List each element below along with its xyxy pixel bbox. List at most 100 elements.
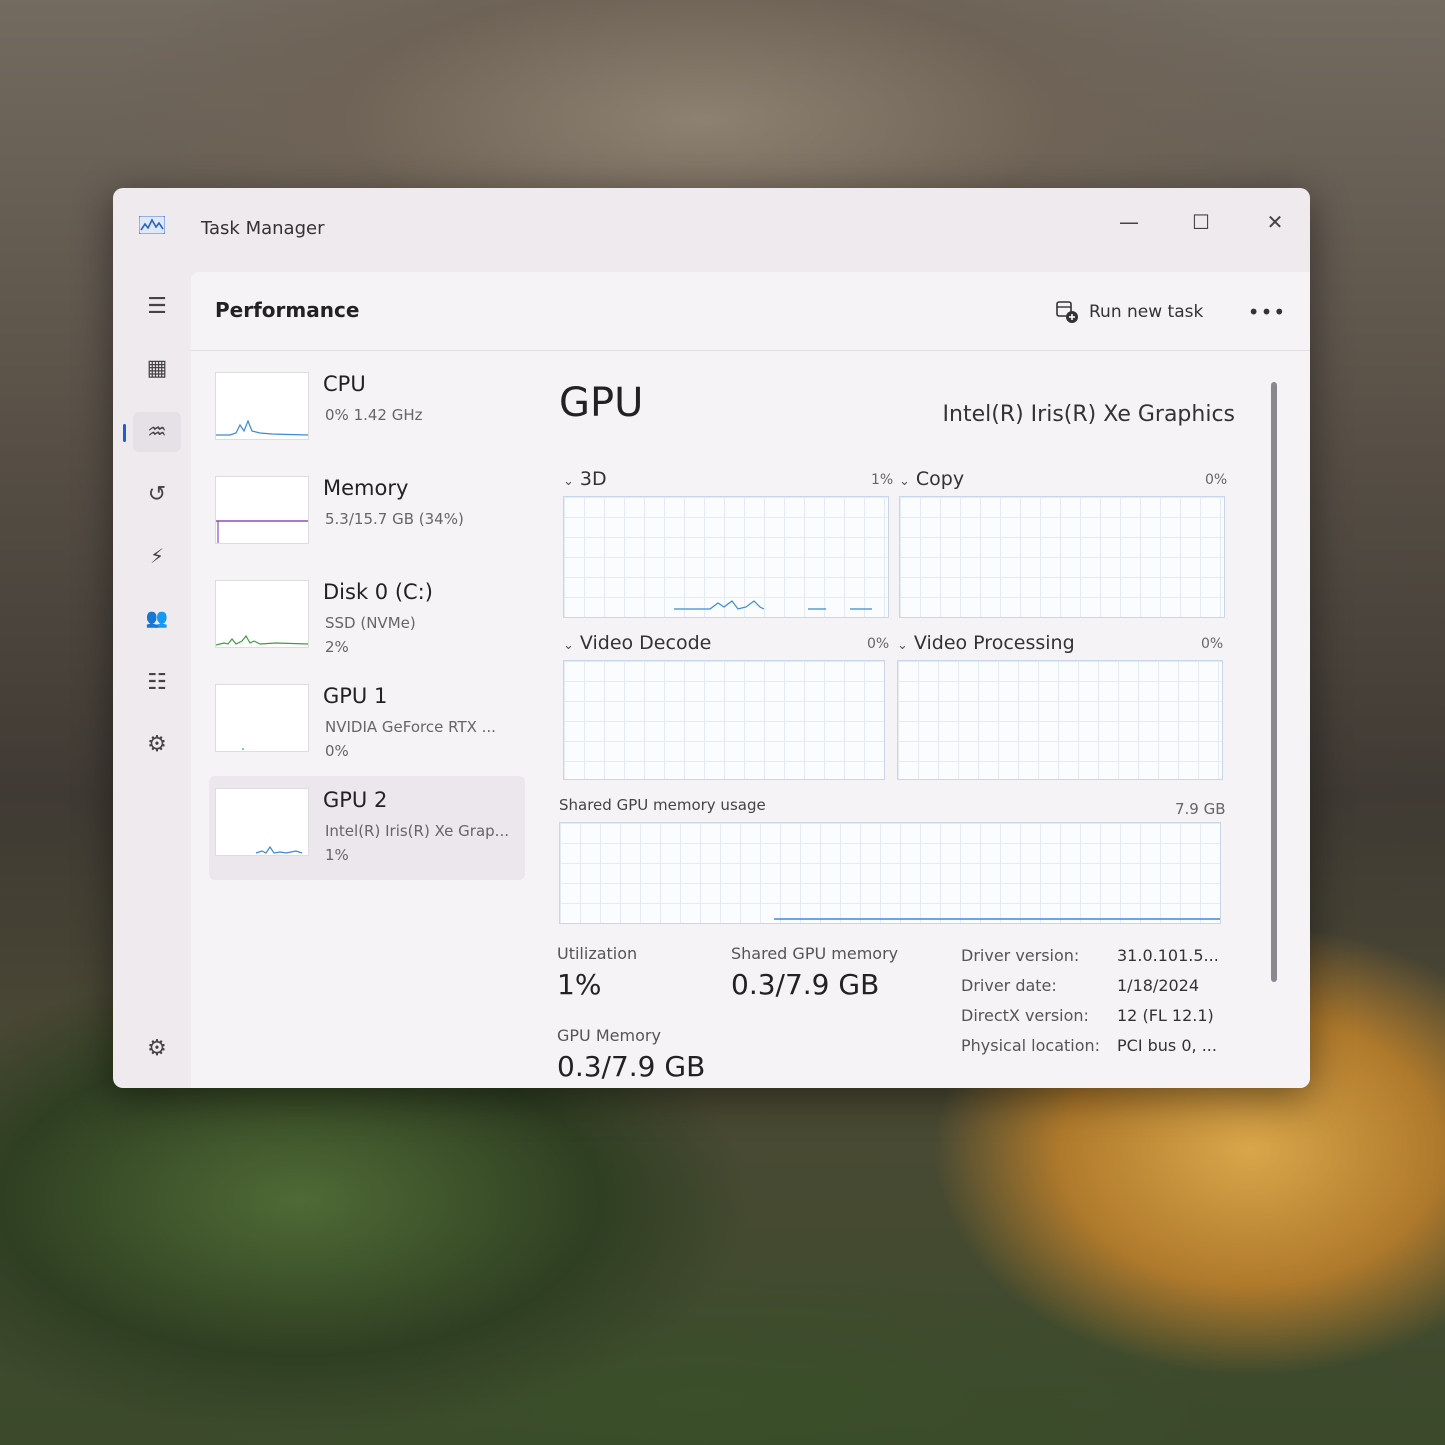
hamburger-menu-button[interactable]: ☰ <box>133 286 181 326</box>
chevron-down-icon: ⌄ <box>563 638 574 653</box>
engine-label: Video Processing <box>913 632 1075 654</box>
app-history-nav-button[interactable]: ↺ <box>133 474 181 514</box>
engine-label: 3D <box>579 468 607 490</box>
shared-memory-graph <box>559 822 1221 924</box>
more-options-button[interactable]: ••• <box>1245 294 1289 330</box>
settings-gear-icon: ⚙ <box>147 1035 167 1061</box>
list-item-title: Memory <box>323 476 409 500</box>
run-new-task-button[interactable]: Run new task <box>1055 292 1203 332</box>
startup-apps-icon: ⚡ <box>149 544 165 568</box>
performance-nav-button[interactable]: ♒ <box>123 412 181 452</box>
driver-version-value: 31.0.101.5... <box>1117 946 1219 965</box>
physical-location-label: Physical location: <box>961 1036 1101 1055</box>
engine-3d-line <box>674 600 872 610</box>
disk-sparkline <box>215 580 309 648</box>
details-nav-button[interactable]: ☷ <box>133 662 181 702</box>
list-item-title: Disk 0 (C:) <box>323 580 433 604</box>
directx-version-label: DirectX version: <box>961 1006 1089 1025</box>
cpu-sparkline <box>215 372 309 440</box>
engine-percent: 0% <box>1201 636 1224 652</box>
shared-gpu-memory-label: Shared GPU memory <box>731 944 899 963</box>
engine-percent: 0% <box>867 636 890 652</box>
list-item-value: 0% <box>325 742 349 760</box>
run-task-icon <box>1056 301 1078 323</box>
navigation-rail: ☰ ▦ ♒ ↺ ⚡ 👥 ☷ ⚙ ⚙ <box>113 272 191 1088</box>
list-item-value: 2% <box>325 638 349 656</box>
list-item-value: 1% <box>325 846 349 864</box>
chevron-down-icon: ⌄ <box>897 638 908 653</box>
engine-video-decode-selector[interactable]: ⌄ Video Decode <box>563 632 711 654</box>
engine-video-processing-graph <box>897 660 1223 780</box>
engine-video-processing-selector[interactable]: ⌄ Video Processing <box>897 632 1075 654</box>
task-manager-chart-icon <box>139 216 165 234</box>
settings-nav-button[interactable]: ⚙ <box>133 1028 181 1068</box>
list-item-gpu-2[interactable]: GPU 2 Intel(R) Iris(R) Xe Grap... 1% <box>209 776 525 880</box>
users-nav-button[interactable]: 👥 <box>133 598 181 638</box>
gpu-memory-value: 0.3/7.9 GB <box>557 1050 706 1083</box>
shared-gpu-memory-value: 0.3/7.9 GB <box>731 968 880 1001</box>
close-button[interactable]: ✕ <box>1255 204 1295 240</box>
engine-copy-graph <box>899 496 1225 618</box>
task-manager-window: Task Manager — ☐ ✕ ☰ ▦ ♒ ↺ ⚡ 👥 ☷ ⚙ ⚙ Per… <box>113 188 1310 1088</box>
driver-version-label: Driver version: <box>961 946 1080 965</box>
directx-version-value: 12 (FL 12.1) <box>1117 1006 1214 1025</box>
engine-3d-graph <box>563 496 889 618</box>
maximize-button[interactable]: ☐ <box>1181 204 1221 240</box>
list-item-title: GPU 2 <box>323 788 388 812</box>
processes-nav-button[interactable]: ▦ <box>133 348 181 388</box>
processes-icon: ▦ <box>146 355 168 381</box>
utilization-label: Utilization <box>557 944 638 963</box>
list-item-subtitle: Intel(R) Iris(R) Xe Grap... <box>325 822 509 840</box>
run-new-task-label: Run new task <box>1089 302 1204 322</box>
performance-icon: ♒ <box>147 419 167 445</box>
page-header: Performance Run new task ••• <box>191 272 1310 351</box>
list-item-subtitle: SSD (NVMe) <box>325 614 416 632</box>
gpu-detail-panel: GPU Intel(R) Iris(R) Xe Graphics ⌄ 3D 1% … <box>541 362 1241 1083</box>
engine-3d-selector[interactable]: ⌄ 3D <box>563 468 607 490</box>
shared-memory-max: 7.9 GB <box>1175 800 1226 818</box>
shared-memory-usage-label: Shared GPU memory usage <box>559 796 766 814</box>
list-item-disk[interactable]: Disk 0 (C:) SSD (NVMe) 2% <box>209 568 525 672</box>
gpu2-sparkline <box>215 788 309 856</box>
list-item-cpu[interactable]: CPU 0% 1.42 GHz <box>209 360 525 464</box>
page-title: Performance <box>215 298 360 322</box>
list-item-subtitle: 0% 1.42 GHz <box>325 406 423 424</box>
vertical-scrollbar[interactable] <box>1271 382 1277 982</box>
window-title: Task Manager <box>201 218 325 239</box>
services-nav-button[interactable]: ⚙ <box>133 724 181 764</box>
engine-copy-selector[interactable]: ⌄ Copy <box>899 468 964 490</box>
app-history-icon: ↺ <box>147 481 167 507</box>
engine-label: Video Decode <box>579 632 712 654</box>
list-item-title: GPU 1 <box>323 684 388 708</box>
physical-location-value: PCI bus 0, ... <box>1117 1036 1217 1055</box>
engine-percent: 1% <box>871 472 894 488</box>
performance-page: Performance Run new task ••• CPU 0% 1.42… <box>191 272 1310 1088</box>
resource-list: CPU 0% 1.42 GHz Memory 5.3/15.7 GB (34%)… <box>209 360 525 880</box>
utilization-value: 1% <box>557 968 602 1001</box>
chevron-down-icon: ⌄ <box>899 474 910 489</box>
shared-memory-line <box>774 918 1220 920</box>
title-bar[interactable]: Task Manager — ☐ ✕ <box>113 188 1310 272</box>
services-icon: ⚙ <box>147 731 167 757</box>
list-item-title: CPU <box>323 372 366 396</box>
list-item-memory[interactable]: Memory 5.3/15.7 GB (34%) <box>209 464 525 568</box>
gpu-memory-label: GPU Memory <box>557 1026 661 1045</box>
startup-apps-nav-button[interactable]: ⚡ <box>133 536 181 576</box>
driver-date-label: Driver date: <box>961 976 1057 995</box>
list-item-gpu-1[interactable]: GPU 1 NVIDIA GeForce RTX ... 0% <box>209 672 525 776</box>
gpu-model-name: Intel(R) Iris(R) Xe Graphics <box>942 402 1235 427</box>
detail-title: GPU <box>559 380 644 426</box>
hamburger-menu-icon: ☰ <box>147 293 167 319</box>
memory-sparkline <box>215 476 309 544</box>
gpu1-sparkline <box>215 684 309 752</box>
engine-percent: 0% <box>1205 472 1228 488</box>
engine-video-decode-graph <box>563 660 885 780</box>
driver-date-value: 1/18/2024 <box>1117 976 1200 995</box>
chevron-down-icon: ⌄ <box>563 474 574 489</box>
list-item-subtitle: NVIDIA GeForce RTX ... <box>325 718 496 736</box>
list-item-subtitle: 5.3/15.7 GB (34%) <box>325 510 464 528</box>
users-icon: 👥 <box>145 607 169 629</box>
engine-label: Copy <box>915 468 965 490</box>
minimize-button[interactable]: — <box>1109 204 1149 240</box>
details-icon: ☷ <box>147 669 167 695</box>
